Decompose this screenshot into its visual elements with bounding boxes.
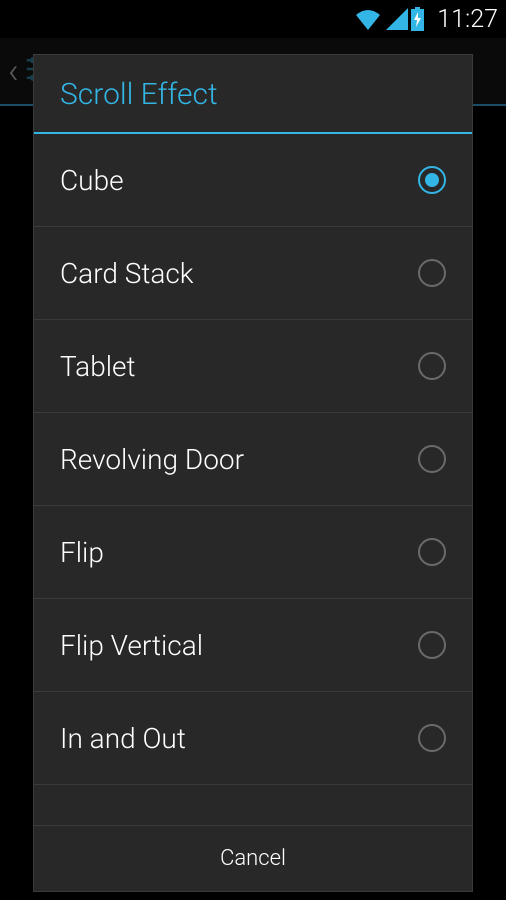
option-label: Card Stack (60, 257, 194, 290)
signal-icon (384, 8, 408, 30)
status-icons (354, 7, 425, 31)
radio-icon (418, 538, 446, 566)
option-label: Tablet (60, 350, 136, 383)
option-label: Revolving Door (60, 443, 244, 476)
cancel-button[interactable]: Cancel (34, 825, 472, 891)
battery-icon (410, 7, 425, 31)
status-time: 11:27 (437, 5, 498, 34)
radio-icon (418, 352, 446, 380)
options-list: Cube Card Stack Tablet Revolving Door Fl… (34, 134, 472, 825)
option-flip[interactable]: Flip (34, 506, 472, 599)
radio-icon (418, 724, 446, 752)
radio-icon (418, 166, 446, 194)
option-label: Flip (60, 536, 104, 569)
dialog: Scroll Effect Cube Card Stack Tablet Rev… (33, 54, 473, 892)
radio-icon (418, 631, 446, 659)
wifi-icon (354, 8, 382, 30)
option-label: In and Out (60, 722, 186, 755)
option-tablet[interactable]: Tablet (34, 320, 472, 413)
back-chevron-icon: ‹ (8, 50, 19, 92)
option-revolving-door[interactable]: Revolving Door (34, 413, 472, 506)
option-in-and-out[interactable]: In and Out (34, 692, 472, 785)
option-label: Flip Vertical (60, 629, 203, 662)
option-card-stack[interactable]: Card Stack (34, 227, 472, 320)
radio-icon (418, 445, 446, 473)
status-bar: 11:27 (0, 0, 506, 38)
radio-icon (418, 259, 446, 287)
option-cube[interactable]: Cube (34, 134, 472, 227)
dialog-title: Scroll Effect (34, 55, 472, 134)
option-label: Cube (60, 164, 124, 197)
option-accordion[interactable]: Accordion (34, 785, 472, 825)
option-flip-vertical[interactable]: Flip Vertical (34, 599, 472, 692)
